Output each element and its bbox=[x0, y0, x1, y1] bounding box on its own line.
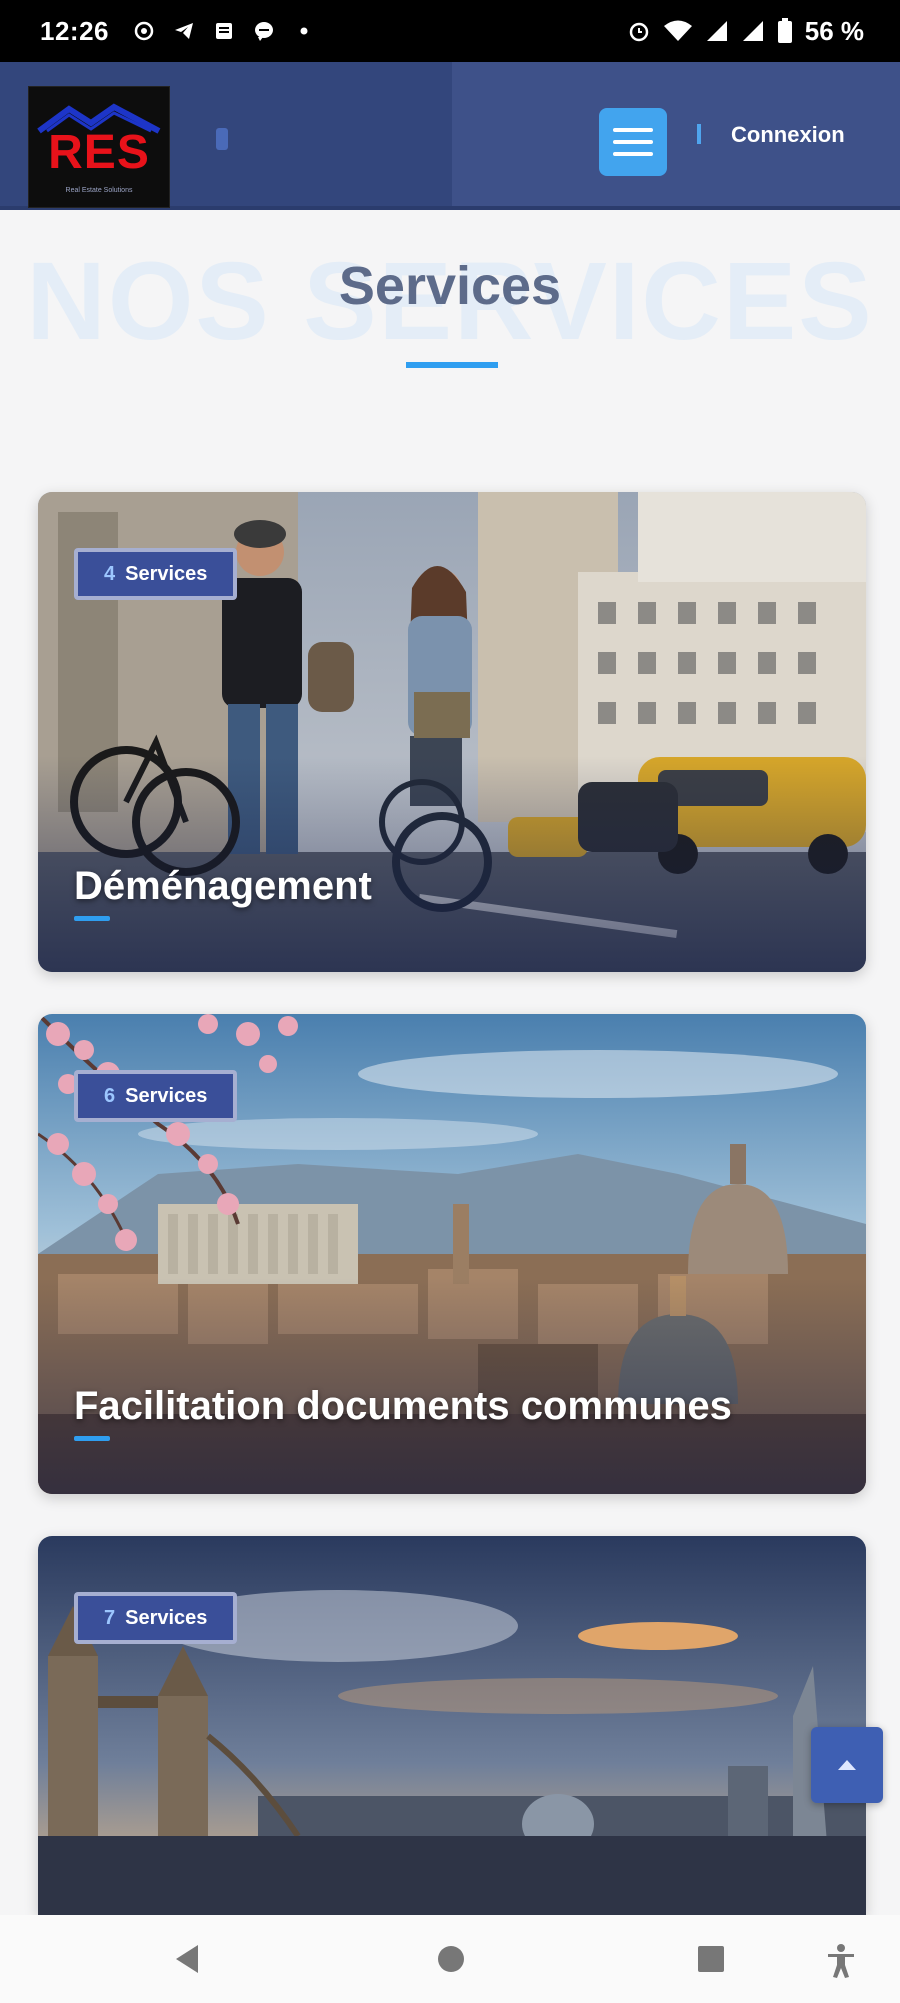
messenger-icon bbox=[255, 22, 273, 41]
card-title-underline bbox=[74, 916, 110, 921]
hamburger-menu-button[interactable] bbox=[599, 108, 667, 176]
hamburger-menu-icon bbox=[613, 140, 653, 144]
whatsapp-icon bbox=[134, 21, 154, 41]
logo-text: RES bbox=[48, 126, 150, 179]
header-indicator bbox=[216, 128, 228, 150]
telegram-icon bbox=[175, 23, 193, 39]
services-count-label: Services bbox=[125, 1084, 208, 1107]
hamburger-menu-icon bbox=[613, 128, 653, 132]
signal-icon bbox=[742, 21, 763, 41]
card-title-underline bbox=[74, 1436, 110, 1441]
services-count-label: Services bbox=[125, 1606, 208, 1629]
status-time: 12:26 bbox=[40, 15, 109, 46]
services-count: 7 bbox=[104, 1606, 116, 1629]
battery-icon bbox=[777, 18, 792, 43]
battery-level: 56 % bbox=[804, 15, 864, 46]
alarm-icon bbox=[629, 22, 648, 42]
home-icon[interactable] bbox=[436, 1943, 466, 1975]
notification-icons bbox=[133, 20, 315, 42]
logo[interactable]: RES Real Estate Solutions bbox=[28, 86, 170, 208]
back-icon[interactable] bbox=[172, 1943, 202, 1975]
title-underline bbox=[406, 362, 498, 368]
dot-icon bbox=[300, 27, 308, 35]
notes-icon bbox=[216, 23, 232, 39]
login-link[interactable]: Connexion bbox=[731, 122, 845, 148]
recents-icon[interactable] bbox=[696, 1943, 726, 1975]
accessibility-icon[interactable] bbox=[826, 1943, 856, 1979]
service-card-facilitation-documents[interactable]: 6 Services Facilitation documents commun… bbox=[38, 1014, 866, 1494]
page-title: Services bbox=[338, 256, 562, 316]
signal-icon bbox=[706, 21, 727, 41]
service-card-london[interactable]: 7 Services bbox=[38, 1536, 866, 1915]
hamburger-menu-icon bbox=[613, 152, 653, 156]
chevron-up-icon bbox=[838, 1760, 856, 1770]
system-navigation-bar bbox=[0, 1915, 900, 2003]
services-count: 4 bbox=[104, 562, 116, 585]
service-card-demenagement[interactable]: 4 Services Déménagement bbox=[38, 492, 866, 972]
system-status: 56 % bbox=[627, 16, 864, 47]
services-count-badge: 6 Services bbox=[74, 1070, 238, 1122]
logo-subtitle: Real Estate Solutions bbox=[65, 187, 133, 194]
services-count-badge: 4 Services bbox=[74, 548, 238, 600]
scroll-to-top-button[interactable] bbox=[811, 1727, 883, 1803]
wifi-icon bbox=[663, 20, 692, 41]
site-header: RES Real Estate Solutions Connexion bbox=[0, 62, 900, 210]
header-divider bbox=[697, 124, 701, 144]
services-count: 6 bbox=[104, 1084, 116, 1107]
services-count-label: Services bbox=[125, 562, 208, 585]
services-count-badge: 7 Services bbox=[74, 1592, 238, 1644]
services-section-heading: NOS SERVICES Services bbox=[0, 210, 900, 370]
status-bar: 12:26 56 % bbox=[0, 0, 900, 62]
card-title: Déménagement bbox=[74, 864, 372, 908]
card-title: Facilitation documents communes bbox=[74, 1384, 732, 1428]
